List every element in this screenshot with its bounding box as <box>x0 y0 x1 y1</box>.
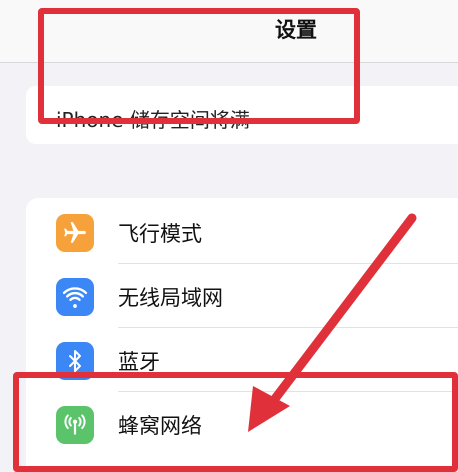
annotation-arrow <box>248 213 417 432</box>
